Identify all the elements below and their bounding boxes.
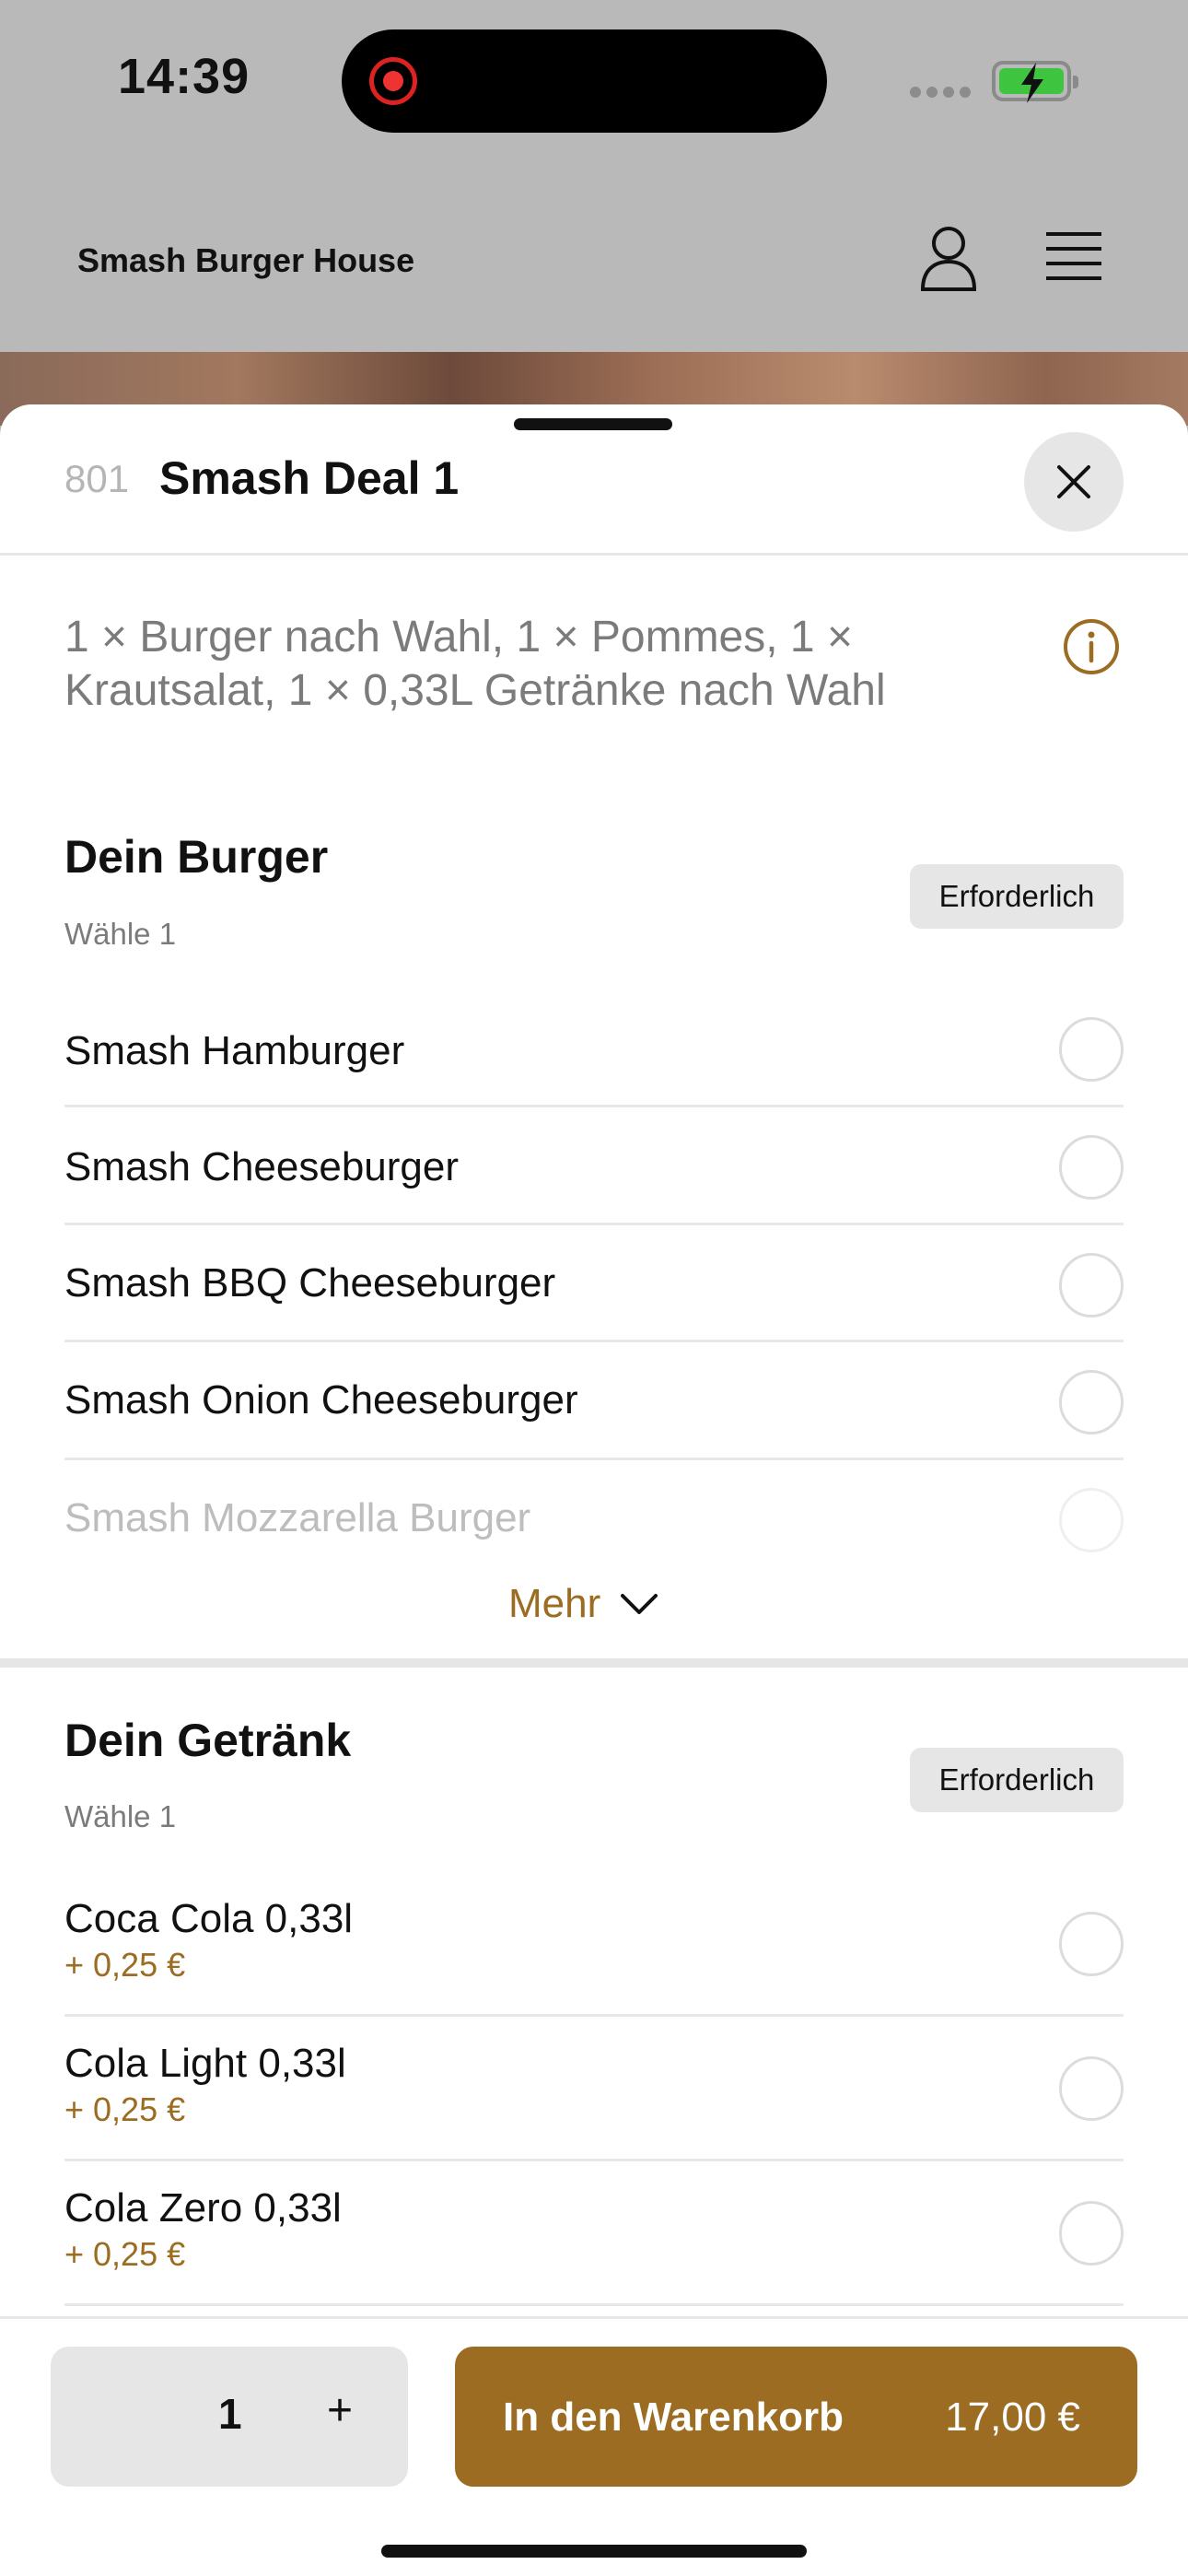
- radio-button[interactable]: [1059, 1253, 1124, 1317]
- option-label: Smash Onion Cheeseburger: [64, 1377, 578, 1423]
- bottom-action-bar: 1 + In den Warenkorb 17,00 €: [0, 2316, 1188, 2576]
- option-label: Cola Light 0,33l: [64, 2041, 346, 2086]
- sheet-header: 801 Smash Deal 1: [0, 404, 1188, 556]
- item-title: Smash Deal 1: [159, 452, 460, 504]
- status-bar: 14:39: [0, 0, 1188, 166]
- info-icon[interactable]: [1063, 618, 1120, 675]
- close-button[interactable]: [1024, 432, 1124, 532]
- dynamic-island: [342, 29, 827, 133]
- required-badge-drink: Erforderlich: [910, 1748, 1124, 1812]
- quantity-stepper[interactable]: 1 +: [51, 2347, 408, 2487]
- option-row[interactable]: Smash Onion Cheeseburger: [64, 1342, 1124, 1460]
- option-row[interactable]: Smash BBQ Cheeseburger: [64, 1225, 1124, 1342]
- status-time: 14:39: [118, 49, 250, 104]
- radio-button[interactable]: [1059, 1135, 1124, 1200]
- option-price: + 0,25 €: [64, 2235, 186, 2273]
- radio-button[interactable]: [1059, 1017, 1124, 1082]
- battery-icon: [992, 61, 1078, 103]
- option-label: Smash Hamburger: [64, 1028, 405, 1073]
- cart-total-price: 17,00 €: [945, 2395, 1080, 2440]
- option-row[interactable]: Smash Hamburger: [64, 989, 1124, 1107]
- item-sheet: 801 Smash Deal 1 1 × Burger nach Wahl, 1…: [0, 404, 1188, 2576]
- group-subtitle-burger: Wähle 1: [64, 917, 177, 951]
- option-price: + 0,25 €: [64, 2090, 186, 2128]
- required-badge-burger: Erforderlich: [910, 864, 1124, 929]
- group-title-drink: Dein Getränk: [64, 1715, 352, 1766]
- radio-button[interactable]: [1059, 1488, 1124, 1552]
- increment-button[interactable]: +: [327, 2385, 353, 2436]
- option-label: Coca Cola 0,33l: [64, 1896, 354, 1941]
- home-indicator[interactable]: [381, 2545, 807, 2558]
- app-header: Smash Burger House: [0, 166, 1188, 352]
- radio-button[interactable]: [1059, 2201, 1124, 2266]
- section-divider: [0, 1658, 1188, 1668]
- option-label: Smash BBQ Cheeseburger: [64, 1260, 556, 1306]
- brand-name[interactable]: Smash Burger House: [77, 241, 414, 280]
- hamburger-menu-icon[interactable]: [1044, 230, 1103, 282]
- option-row[interactable]: Coca Cola 0,33l + 0,25 €: [64, 1872, 1124, 2017]
- radio-button[interactable]: [1059, 1912, 1124, 1976]
- group-title-burger: Dein Burger: [64, 831, 329, 883]
- option-row[interactable]: Smash Mozzarella Burger: [64, 1460, 1124, 1562]
- user-icon[interactable]: [919, 225, 978, 291]
- option-label: Smash Mozzarella Burger: [64, 1495, 531, 1540]
- option-label: Smash Cheeseburger: [64, 1144, 460, 1189]
- item-number: 801: [64, 457, 130, 500]
- signal-icon: [910, 87, 971, 98]
- radio-button[interactable]: [1059, 2056, 1124, 2121]
- group-subtitle-drink: Wähle 1: [64, 1799, 177, 1833]
- option-price: + 0,25 €: [64, 1946, 186, 1984]
- close-icon: [1057, 465, 1090, 498]
- radio-button[interactable]: [1059, 1370, 1124, 1434]
- more-label: Mehr: [508, 1581, 601, 1626]
- more-button[interactable]: Mehr: [508, 1576, 658, 1632]
- add-to-cart-button[interactable]: In den Warenkorb 17,00 €: [455, 2347, 1137, 2487]
- quantity-value: 1: [218, 2390, 242, 2438]
- item-description: 1 × Burger nach Wahl, 1 × Pommes, 1 × Kr…: [64, 613, 886, 715]
- option-row[interactable]: Cola Light 0,33l + 0,25 €: [64, 2017, 1124, 2161]
- option-row[interactable]: Cola Zero 0,33l + 0,25 €: [64, 2161, 1124, 2306]
- recording-icon: [369, 57, 417, 105]
- chevron-down-icon: [621, 1594, 658, 1614]
- add-to-cart-label: In den Warenkorb: [503, 2395, 844, 2440]
- option-row[interactable]: Smash Cheeseburger: [64, 1107, 1124, 1225]
- option-label: Cola Zero 0,33l: [64, 2185, 342, 2231]
